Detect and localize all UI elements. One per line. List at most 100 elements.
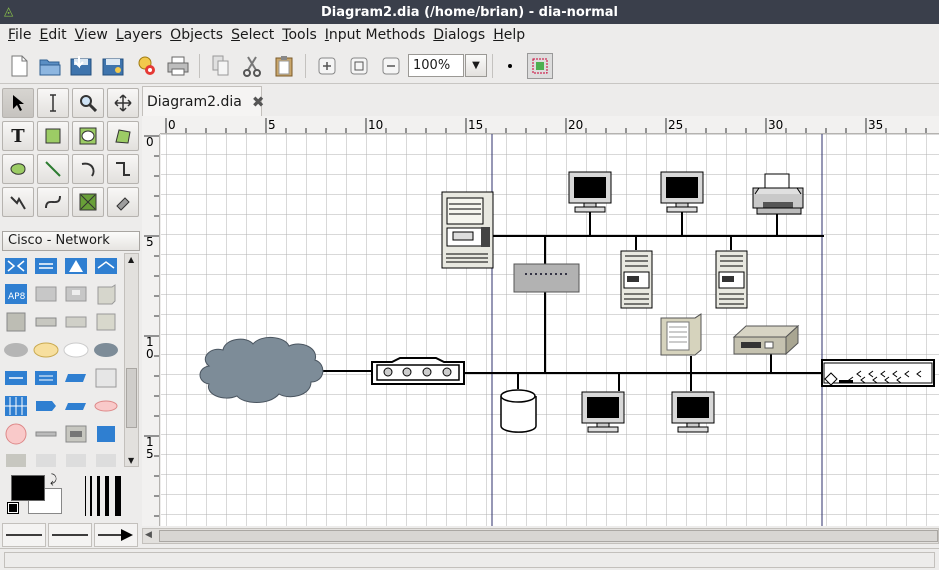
cisco-pad-shape[interactable] <box>32 393 60 418</box>
box-tool-icon[interactable] <box>37 121 69 151</box>
cisco-shape-partial[interactable] <box>62 449 90 467</box>
file-server-shape[interactable] <box>660 313 702 356</box>
arc-tool-icon[interactable] <box>72 154 104 184</box>
outline-tool-icon[interactable] <box>107 187 139 217</box>
scroll-left-icon[interactable]: ◀ <box>145 530 152 540</box>
line-width-icon[interactable] <box>84 474 128 518</box>
pointer-tool-icon[interactable] <box>2 88 34 118</box>
end-arrow-selector[interactable] <box>94 523 138 547</box>
snap-to-objects-icon[interactable] <box>527 53 553 79</box>
workstation-monitor-shape[interactable] <box>671 391 715 433</box>
menu-tools[interactable]: Tools <box>278 27 321 43</box>
swap-colors-icon[interactable]: ⤸ <box>50 472 57 487</box>
cisco-concentrator-shape[interactable] <box>2 393 30 418</box>
zoom-out-icon[interactable] <box>378 53 404 79</box>
cisco-token-ring-shape[interactable] <box>2 421 30 446</box>
cisco-terminal-shape[interactable] <box>32 281 60 306</box>
text-cursor-tool-icon[interactable] <box>37 88 69 118</box>
sheet-selector[interactable]: Cisco - Network <box>2 231 140 251</box>
polyline-tool-icon[interactable] <box>2 187 34 217</box>
line-tool-icon[interactable] <box>37 154 69 184</box>
text-tool-icon[interactable]: T <box>2 121 34 151</box>
cisco-bus-shape[interactable] <box>32 421 60 446</box>
cisco-shape-partial[interactable] <box>92 449 120 467</box>
database-shape[interactable] <box>500 389 537 433</box>
zoom-in-icon[interactable] <box>314 53 340 79</box>
ellipse-tool-icon[interactable] <box>72 121 104 151</box>
cisco-cabinet-shape[interactable] <box>62 421 90 446</box>
new-icon[interactable] <box>6 53 32 79</box>
menu-layers[interactable]: Layers <box>112 27 166 43</box>
menu-help[interactable]: Help <box>489 27 529 43</box>
close-tab-icon[interactable]: ✖ <box>252 93 265 111</box>
cisco-switch-shape[interactable] <box>2 253 30 278</box>
workstation-monitor-shape[interactable] <box>581 391 625 433</box>
cisco-atm-switch-shape[interactable] <box>32 365 60 390</box>
cisco-cloud-gray-shape[interactable] <box>2 337 30 362</box>
cisco-workstation-shape[interactable] <box>62 281 90 306</box>
cisco-modem-shape[interactable] <box>32 309 60 334</box>
zoom-input[interactable]: 100% <box>408 54 464 77</box>
small-server-shape[interactable] <box>715 250 748 309</box>
export-icon[interactable] <box>133 53 159 79</box>
cisco-lan-switch-shape[interactable] <box>2 365 30 390</box>
menu-edit[interactable]: Edit <box>35 27 70 43</box>
cisco-ring-shape[interactable] <box>92 393 120 418</box>
menu-objects[interactable]: Objects <box>166 27 227 43</box>
menu-input-methods[interactable]: Input Methods <box>321 27 430 43</box>
workstation-monitor-shape[interactable] <box>568 171 612 213</box>
print-icon[interactable] <box>165 53 191 79</box>
polygon-tool-icon[interactable] <box>107 121 139 151</box>
cisco-cloud-white-shape[interactable] <box>62 337 90 362</box>
cisco-patch-panel-shape[interactable] <box>92 365 120 390</box>
menu-select[interactable]: Select <box>227 27 278 43</box>
cisco-shape-partial[interactable] <box>2 449 30 467</box>
beziergon-tool-icon[interactable] <box>2 154 34 184</box>
scroll-up-icon[interactable]: ▲ <box>128 255 134 264</box>
tab-diagram2[interactable]: Diagram2.dia ✖ <box>142 86 265 116</box>
workstation-monitor-shape[interactable] <box>660 171 704 213</box>
cisco-ap-shape[interactable]: AP8 <box>2 281 30 306</box>
snap-to-grid-icon[interactable] <box>497 53 523 79</box>
printer-shape[interactable] <box>752 173 804 215</box>
magnify-tool-icon[interactable] <box>72 88 104 118</box>
diagram-canvas[interactable] <box>161 134 939 526</box>
switch-shape[interactable] <box>821 359 935 387</box>
line-style-selector[interactable] <box>48 523 92 547</box>
default-colors-icon[interactable] <box>7 502 19 514</box>
scroll-down-icon[interactable]: ▼ <box>128 456 134 465</box>
cisco-multilayer-switch-shape[interactable] <box>62 365 90 390</box>
cisco-server-shape[interactable] <box>92 281 120 306</box>
zoom-dropdown-button[interactable]: ▼ <box>465 54 487 77</box>
hub-shape[interactable] <box>513 263 580 293</box>
start-arrow-selector[interactable] <box>2 523 46 547</box>
cut-icon[interactable] <box>239 53 265 79</box>
zoom-fit-icon[interactable] <box>346 53 372 79</box>
sheet-scrollbar-thumb[interactable] <box>126 368 137 428</box>
menu-dialogs[interactable]: Dialogs <box>429 27 489 43</box>
modem-shape[interactable] <box>732 324 800 356</box>
save-as-icon[interactable] <box>100 53 126 79</box>
copy-icon[interactable] <box>208 53 234 79</box>
cisco-cloud-dark-shape[interactable] <box>92 337 120 362</box>
cisco-storage-shape[interactable] <box>92 309 120 334</box>
image-tool-icon[interactable] <box>72 187 104 217</box>
menu-view[interactable]: View <box>71 27 112 43</box>
canvas-scrollbar-thumb[interactable] <box>159 530 938 542</box>
save-icon[interactable] <box>68 53 94 79</box>
open-icon[interactable] <box>37 53 63 79</box>
zigzag-tool-icon[interactable] <box>107 154 139 184</box>
sheet-scrollbar[interactable]: ▲ ▼ <box>124 253 139 467</box>
cloud-shape[interactable] <box>199 337 324 403</box>
server-tower-shape[interactable] <box>441 191 494 269</box>
cisco-file-server-shape[interactable] <box>92 421 120 446</box>
canvas-horizontal-scrollbar[interactable]: ◀ <box>142 528 939 544</box>
cisco-router-shape[interactable] <box>32 253 60 278</box>
cisco-cloud-yellow-shape[interactable] <box>32 337 60 362</box>
cisco-shape-partial[interactable] <box>32 449 60 467</box>
foreground-color-swatch-front[interactable] <box>11 475 45 501</box>
scroll-tool-icon[interactable] <box>107 88 139 118</box>
paste-icon[interactable] <box>271 53 297 79</box>
menu-file[interactable]: File <box>4 27 35 43</box>
small-server-shape[interactable] <box>620 250 653 309</box>
